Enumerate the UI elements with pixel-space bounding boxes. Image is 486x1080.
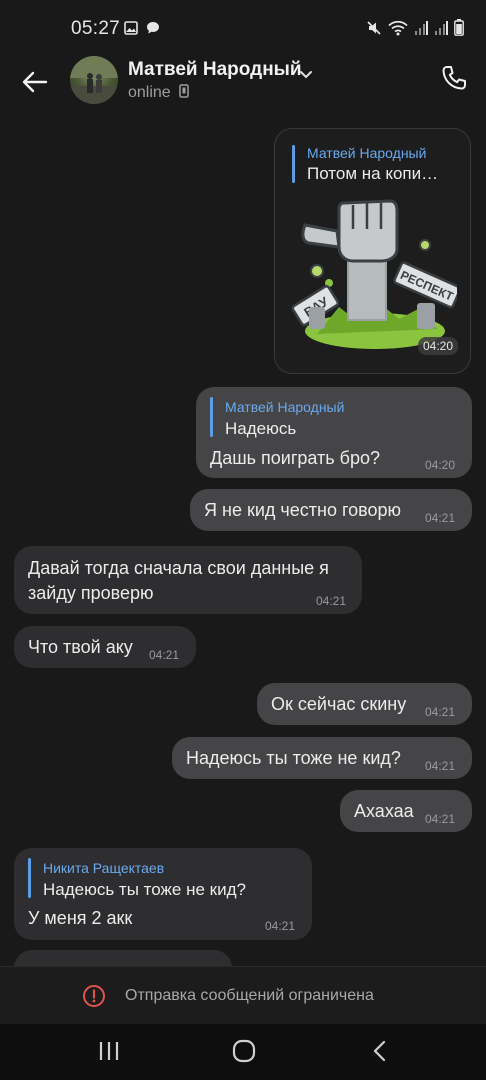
avatar[interactable] [70, 56, 118, 104]
reply-bar [210, 397, 213, 437]
message-bubble-outgoing[interactable]: Надеюсь ты тоже не кид? 04:21 [172, 737, 472, 779]
reply-text: Потом на копи… [307, 164, 439, 183]
reply-bar [28, 858, 31, 898]
message-text: У меня 2 акк [28, 908, 133, 928]
contact-status: online [128, 84, 189, 102]
message-time: 04:21 [425, 759, 456, 773]
mute-icon [366, 20, 382, 41]
chat-icon [146, 21, 160, 40]
message-bubble-outgoing[interactable]: Ахахаа 04:21 [340, 790, 472, 832]
message-bubble-outgoing[interactable]: Я не кид честно говорю 04:21 [190, 489, 472, 531]
message-time: 04:21 [425, 705, 456, 719]
signal-icon [414, 20, 428, 41]
message-time: 04:21 [425, 812, 456, 826]
back-button[interactable] [18, 65, 52, 99]
message-bubble-incoming[interactable]: Давай тогда сначала свои данные я зайду … [14, 546, 362, 614]
image-icon [124, 21, 138, 40]
message-time: 04:21 [316, 594, 347, 608]
message-time: 04:20 [425, 458, 456, 472]
sticker-message[interactable]: Матвей Народный Потом на копи… ВАУ РЕСПЕ… [274, 128, 471, 374]
sticker-image: ВАУ РЕСПЕКТ [291, 199, 457, 349]
arrow-left-icon [22, 71, 48, 93]
phone-icon[interactable] [440, 64, 468, 97]
chevron-down-icon[interactable] [299, 66, 313, 84]
message-text: Ахахаа [354, 801, 414, 821]
message-time: 04:20 [417, 337, 458, 355]
wifi-icon [388, 20, 408, 41]
navigation-bar [0, 1024, 486, 1080]
message-text: Ок сейчас скину [271, 694, 407, 714]
message-bubble-incoming[interactable]: Что твой аку 04:21 [14, 626, 196, 668]
status-time: 05:27 [71, 18, 121, 39]
message-text: Давай тогда сначала свои данные я [28, 558, 329, 578]
battery-icon [454, 19, 464, 41]
message-text: Дашь поиграть бро? [210, 448, 380, 468]
alert-circle-icon [82, 984, 106, 1013]
reply-text: Надеюсь [225, 419, 297, 438]
back-icon[interactable] [370, 1038, 390, 1069]
home-icon[interactable] [231, 1038, 257, 1069]
message-bubble-outgoing[interactable]: Матвей Народный Надеюсь Дашь поиграть бр… [196, 387, 472, 478]
reply-author: Матвей Народный [307, 145, 427, 161]
status-bar: 05:27 [0, 0, 486, 50]
reply-bar [292, 145, 295, 183]
message-time: 04:21 [149, 648, 180, 662]
message-text: зайду проверю [28, 583, 154, 603]
restriction-text: Отправка сообщений ограничена [125, 987, 374, 1004]
message-bubble-incoming[interactable]: Никита Ращектаев Надеюсь ты тоже не кид?… [14, 848, 312, 940]
message-time: 04:21 [425, 511, 456, 525]
signal-icon [434, 20, 448, 41]
reply-text: Надеюсь ты тоже не кид? [43, 880, 246, 899]
recent-apps-icon[interactable] [97, 1038, 121, 1069]
message-text: Что твой аку [28, 637, 133, 657]
mobile-icon [179, 84, 189, 98]
reply-author: Никита Ращектаев [43, 860, 165, 876]
message-text: Я не кид честно говорю [204, 500, 402, 520]
message-bubble-outgoing[interactable]: Ок сейчас скину 04:21 [257, 683, 472, 725]
contact-name[interactable]: Матвей Народный [128, 59, 302, 81]
message-time: 04:21 [265, 919, 296, 933]
reply-author: Матвей Народный [225, 399, 345, 415]
restriction-banner: Отправка сообщений ограничена [0, 966, 486, 1025]
chat-header: Матвей Народный online [0, 50, 486, 116]
message-text: Надеюсь ты тоже не кид? [186, 748, 401, 768]
